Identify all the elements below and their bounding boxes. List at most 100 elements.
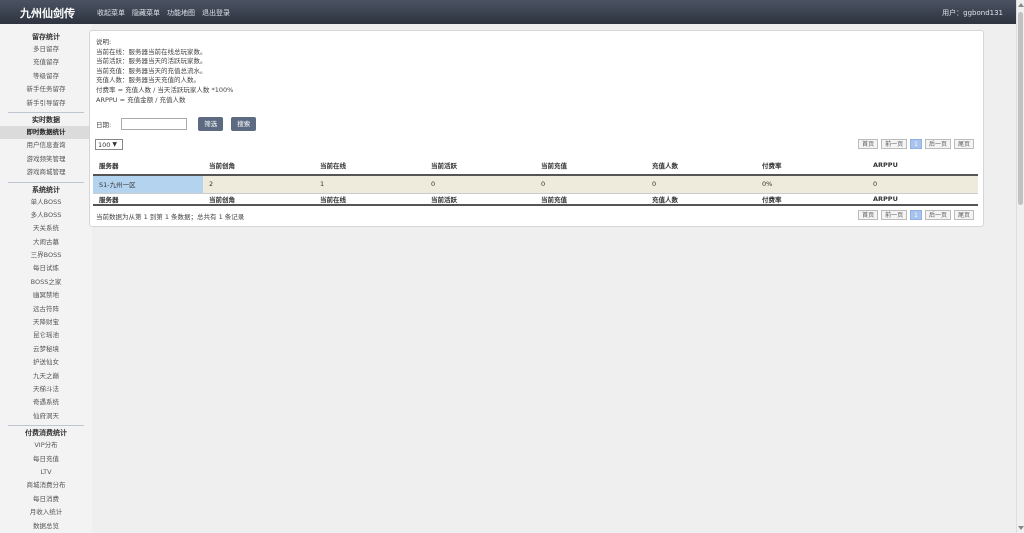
sidebar-item-daily-recharge[interactable]: 每日充值	[0, 453, 92, 466]
column-header[interactable]: 当前在线	[314, 155, 425, 176]
sidebar-item-level-retention[interactable]: 等级留存	[0, 70, 92, 83]
column-header[interactable]: 充值人数	[646, 155, 756, 176]
logout-link[interactable]: 退出登录	[202, 8, 230, 18]
sidebar-item-multi-day-retention[interactable]: 多日留存	[0, 43, 92, 56]
sidebar-item-system-1[interactable]: 多人BOSS	[0, 209, 92, 222]
top-bar: 九州仙剑传 收起菜单 隐藏菜单 功能地图 退出登录 用户：ggbond131	[0, 0, 1024, 24]
pager-first-button[interactable]: 首页	[858, 210, 879, 220]
column-header[interactable]: 当前充值	[535, 155, 646, 176]
column-header[interactable]: 服务器	[93, 155, 203, 176]
brand-title[interactable]: 九州仙剑传	[20, 5, 75, 21]
sidebar-item-system-0[interactable]: 单人BOSS	[0, 196, 92, 209]
table-cell: 0	[425, 175, 535, 194]
pager-current-page[interactable]: 1	[910, 139, 922, 149]
scrollbar-thumb[interactable]	[1018, 12, 1023, 205]
sidebar-item-daily-consumption[interactable]: 每日消费	[0, 493, 92, 506]
pager-prev-button[interactable]: 前一页	[881, 210, 908, 220]
sidebar-item-system-2[interactable]: 天关系统	[0, 222, 92, 235]
collapse-menu-link[interactable]: 收起菜单	[97, 8, 125, 18]
column-footer: 当前创角	[203, 193, 314, 206]
stats-table: 服务器 当前创角 当前在线 当前活跃 当前充值 充值人数 付费率 ARPPU S…	[93, 155, 978, 206]
sidebar-item-vip-distribution[interactable]: VIP分布	[0, 439, 92, 452]
column-footer: 当前活跃	[425, 193, 535, 206]
sidebar: 留存统计 多日留存 充值留存 等级留存 新手任务留存 新手引导留存 实时数据 即…	[0, 24, 92, 533]
pager-current-page[interactable]: 1	[910, 210, 922, 220]
sidebar-item-system-7[interactable]: 幽冥禁地	[0, 289, 92, 302]
table-footer-row: 服务器 当前创角 当前在线 当前活跃 当前充值 充值人数 付费率 ARPPU	[93, 193, 978, 206]
sidebar-item-ltv[interactable]: LTV	[0, 466, 92, 479]
table-cell: S1-九州一区	[93, 175, 203, 194]
pager-last-button[interactable]: 尾页	[953, 210, 974, 220]
user-info: 用户：ggbond131	[942, 9, 1003, 17]
sidebar-item-game-manage[interactable]: 游戏频笑管理	[0, 153, 92, 166]
sidebar-item-newbie-guide-retention[interactable]: 新手引导留存	[0, 97, 92, 110]
description-title: 说明:	[96, 38, 112, 46]
group-pay-title[interactable]: 付费消费统计	[0, 428, 92, 439]
column-footer: 付费率	[756, 193, 867, 206]
column-footer: 当前充值	[535, 193, 646, 206]
group-retention-title[interactable]: 留存统计	[0, 32, 92, 43]
table-cell: 1	[314, 175, 425, 194]
hide-menu-link[interactable]: 隐藏菜单	[132, 8, 160, 18]
column-footer: ARPPU	[867, 193, 978, 206]
table-cell: 2	[203, 175, 314, 194]
date-input[interactable]	[121, 118, 188, 130]
group-system-title[interactable]: 系统统计	[0, 185, 92, 196]
sidebar-item-system-8[interactable]: 远古符阵	[0, 303, 92, 316]
pager-prev-button[interactable]: 前一页	[881, 139, 908, 149]
sidebar-item-system-10[interactable]: 昆仑瑶池	[0, 329, 92, 342]
record-summary: 当前数据为从第 1 到第 1 条数据；总共有 1 条记录	[96, 213, 245, 221]
column-header[interactable]: ARPPU	[867, 155, 978, 176]
pager-first-button[interactable]: 首页	[858, 139, 879, 149]
sidebar-divider	[8, 181, 84, 183]
sidebar-item-system-5[interactable]: 每日试炼	[0, 262, 92, 275]
column-header[interactable]: 当前创角	[203, 155, 314, 176]
filter-bar: 日期: 筛选 搜索	[96, 117, 264, 131]
sidebar-item-shop-consumption[interactable]: 商城消费分布	[0, 479, 92, 492]
sidebar-item-system-16[interactable]: 仙府洞天	[0, 410, 92, 423]
sidebar-item-recharge-retention[interactable]: 充值留存	[0, 56, 92, 69]
search-button[interactable]: 搜索	[231, 117, 257, 131]
description-line: 当前在线：服务器当前在线总玩家数。	[96, 47, 207, 56]
sidebar-item-system-9[interactable]: 天降财宝	[0, 316, 92, 329]
sidebar-item-system-12[interactable]: 护送仙女	[0, 356, 92, 369]
description-line: 当前活跃：服务器当天的活跃玩家数。	[96, 57, 207, 66]
pager-next-button[interactable]: 后一页	[924, 139, 951, 149]
description-line: 充值人数：服务器当天充值的人数。	[96, 76, 200, 85]
description-line: 当前充值：服务器当天的充值总流水。	[96, 66, 207, 75]
column-header[interactable]: 当前活跃	[425, 155, 535, 176]
sidebar-item-user-query[interactable]: 用户信息查询	[0, 139, 92, 152]
sidebar-item-system-6[interactable]: BOSS之家	[0, 276, 92, 289]
group-realtime-title[interactable]: 实时数据	[0, 115, 92, 126]
column-footer: 服务器	[93, 193, 203, 206]
pager-last-button[interactable]: 尾页	[953, 139, 974, 149]
sidebar-item-system-11[interactable]: 云梦秘境	[0, 343, 92, 356]
sidebar-item-data-overview[interactable]: 数据总览	[0, 520, 92, 533]
sidebar-item-newbie-task-retention[interactable]: 新手任务留存	[0, 83, 92, 96]
column-footer: 当前在线	[314, 193, 425, 206]
sidebar-item-system-13[interactable]: 九天之巅	[0, 370, 92, 383]
sidebar-divider	[8, 111, 84, 113]
scroll-down-icon[interactable]	[1018, 526, 1024, 530]
table-header-row: 服务器 当前创角 当前在线 当前活跃 当前充值 充值人数 付费率 ARPPU	[93, 155, 978, 176]
pager-next-button[interactable]: 后一页	[924, 210, 951, 220]
column-header[interactable]: 付费率	[756, 155, 867, 176]
page-size-select[interactable]: 100 ▼	[95, 139, 123, 150]
sidebar-item-system-15[interactable]: 奇遇系统	[0, 396, 92, 409]
description-line: 付费率 = 充值人数 / 当天活跃玩家人数 *100%	[96, 85, 234, 94]
sidebar-item-shop-manage[interactable]: 游戏商城管理	[0, 166, 92, 179]
description-line: ARPPU = 充值金额 / 充值人数	[96, 95, 186, 104]
pager-top: 首页 前一页 1 后一页 尾页	[858, 139, 974, 149]
sidebar-item-system-3[interactable]: 大闹古墓	[0, 236, 92, 249]
page-size-value: 100	[98, 140, 111, 149]
filter-button[interactable]: 筛选	[198, 117, 224, 131]
page-scrollbar[interactable]	[1016, 0, 1024, 533]
table-row[interactable]: S1-九州一区 2 1 0 0 0 0% 0	[93, 175, 978, 194]
top-nav: 收起菜单 隐藏菜单 功能地图 退出登录	[97, 8, 230, 18]
sidebar-item-system-14[interactable]: 天梯斗法	[0, 383, 92, 396]
sidebar-item-instant-stats[interactable]: 即时数据统计	[0, 125, 92, 140]
function-map-link[interactable]: 功能地图	[167, 8, 195, 18]
scroll-up-icon[interactable]	[1018, 3, 1024, 7]
sidebar-item-system-4[interactable]: 三界BOSS	[0, 249, 92, 262]
sidebar-item-monthly-income[interactable]: 月收入统计	[0, 506, 92, 519]
